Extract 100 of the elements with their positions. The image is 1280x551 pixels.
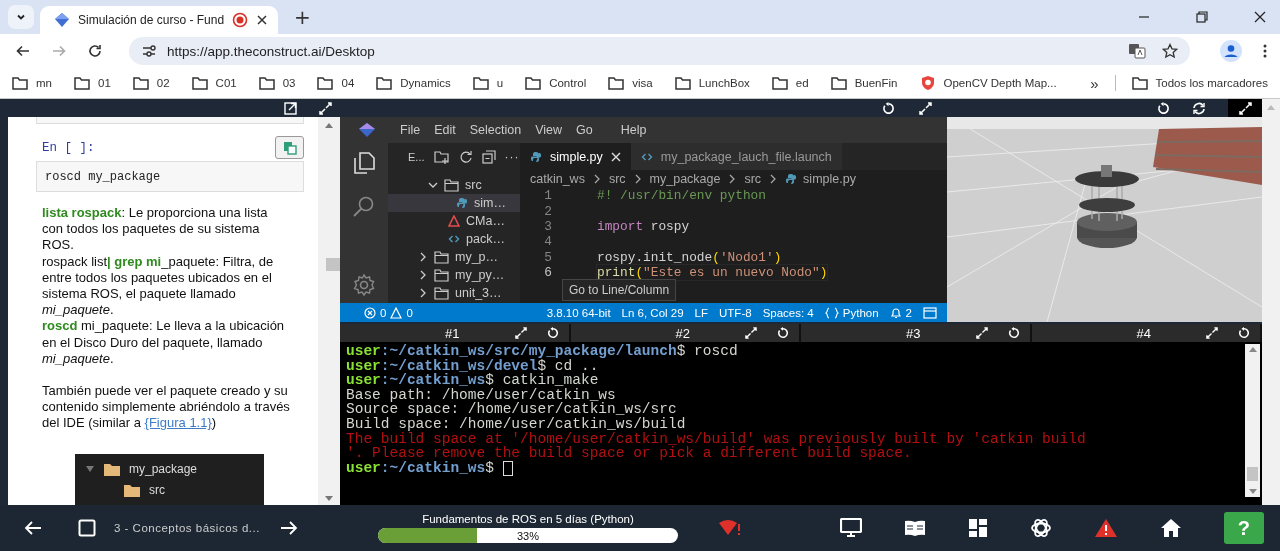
editor-tab[interactable]: simple.py xyxy=(520,143,631,170)
refresh-icon[interactable] xyxy=(458,149,473,164)
status-item[interactable]: UTF-8 xyxy=(719,306,752,319)
more-actions-button[interactable]: ··· xyxy=(504,149,520,164)
scroll-up-icon[interactable] xyxy=(1248,347,1257,352)
back-icon[interactable] xyxy=(15,43,31,59)
scrollbar[interactable] xyxy=(1245,344,1260,497)
collapse-all-icon[interactable] xyxy=(481,149,496,164)
profile-icon[interactable] xyxy=(1220,40,1242,62)
language-status[interactable]: Python xyxy=(824,306,879,319)
editor-tab[interactable]: my_package_lauch_file.launch xyxy=(630,143,842,170)
breadcrumb-item[interactable]: src xyxy=(744,171,762,186)
bookmark[interactable]: OpenCV Depth Map... xyxy=(919,75,1057,91)
tree-item[interactable]: unit_3… xyxy=(388,284,520,302)
breadcrumb-item[interactable]: simple.py xyxy=(785,171,856,186)
more-bookmarks-button[interactable]: » xyxy=(1090,74,1099,92)
bookmark[interactable]: LunchBox xyxy=(674,76,750,90)
breadcrumb-item[interactable]: my_package xyxy=(649,171,721,186)
settings-icon[interactable] xyxy=(352,273,376,297)
browser-tab[interactable]: Simulación de curso - Fund xyxy=(40,6,279,34)
scrollbar[interactable] xyxy=(318,117,340,505)
bookmark[interactable]: 02 xyxy=(132,76,170,90)
bookmark[interactable]: BuenFin xyxy=(830,76,898,90)
bookmark[interactable]: 01 xyxy=(74,76,111,90)
forward-icon[interactable] xyxy=(279,520,298,536)
search-icon[interactable] xyxy=(352,195,376,219)
expand-icon[interactable] xyxy=(919,101,932,115)
layout-icon[interactable] xyxy=(923,306,937,319)
reset-icon[interactable] xyxy=(882,101,895,115)
scroll-thumb[interactable] xyxy=(1247,467,1258,481)
expand-icon[interactable] xyxy=(1206,327,1218,339)
menu-item[interactable]: File xyxy=(400,123,421,137)
menu-item[interactable]: View xyxy=(535,123,562,137)
monitor-icon[interactable] xyxy=(839,518,862,538)
tree-item[interactable]: src xyxy=(388,176,520,194)
close-icon[interactable] xyxy=(1254,11,1266,23)
expand-icon[interactable] xyxy=(975,327,988,339)
site-info-icon[interactable] xyxy=(141,43,157,59)
menu-item[interactable]: Go xyxy=(576,123,593,137)
bookmark[interactable]: ed xyxy=(771,76,809,90)
expand-icon[interactable] xyxy=(514,327,527,339)
reload-icon[interactable] xyxy=(87,43,103,59)
problems-status[interactable]: 0 0 xyxy=(364,306,413,319)
new-tab-button[interactable]: + xyxy=(290,5,315,29)
breadcrumb-item[interactable]: src xyxy=(608,171,626,186)
tree-item[interactable]: my_p… xyxy=(388,248,520,266)
scroll-thumb[interactable] xyxy=(326,258,340,271)
bookmark[interactable]: 04 xyxy=(317,76,355,90)
status-item[interactable]: Ln 6, Col 29 xyxy=(621,306,684,319)
tree-item[interactable]: CMa… xyxy=(388,212,520,230)
tree-item[interactable]: pack… xyxy=(388,230,520,248)
scroll-down-icon[interactable] xyxy=(1248,489,1257,494)
bookmark[interactable]: Control xyxy=(525,76,587,90)
bookmark[interactable]: 03 xyxy=(258,76,296,90)
dashboard-icon[interactable] xyxy=(967,518,988,538)
translate-icon[interactable] xyxy=(1128,43,1146,59)
copy-button[interactable] xyxy=(275,136,304,159)
scroll-down-icon[interactable] xyxy=(325,496,333,501)
scroll-up-icon[interactable] xyxy=(325,123,333,128)
square-icon[interactable] xyxy=(78,519,96,537)
reset-icon[interactable] xyxy=(1007,327,1020,339)
address-bar[interactable]: https://app.theconstruct.ai/Desktop xyxy=(129,37,1190,65)
book-icon[interactable] xyxy=(903,519,926,537)
bookmark[interactable]: C01 xyxy=(191,76,237,90)
open-external-icon[interactable] xyxy=(284,101,297,115)
notifications-status[interactable]: 2 xyxy=(889,306,912,319)
restore-icon[interactable] xyxy=(1196,11,1208,23)
reset-icon[interactable] xyxy=(546,327,559,339)
bookmark[interactable]: u xyxy=(472,76,504,90)
status-item[interactable]: 3.8.10 64-bit xyxy=(546,306,611,319)
signal-alert-icon[interactable] xyxy=(717,519,742,537)
reset-icon[interactable] xyxy=(777,327,789,339)
expand-button[interactable] xyxy=(1228,99,1262,117)
bookmark[interactable]: Dynamics xyxy=(376,76,451,90)
close-icon[interactable] xyxy=(256,14,269,26)
files-icon[interactable] xyxy=(352,151,376,175)
figure-link[interactable]: {Figura 1.1} xyxy=(144,415,212,431)
all-bookmarks[interactable]: Todos los marcadores xyxy=(1131,76,1268,90)
new-folder-icon[interactable] xyxy=(433,149,450,164)
star-icon[interactable] xyxy=(1162,43,1178,59)
status-item[interactable]: LF xyxy=(694,306,709,319)
tree-item[interactable]: my_py… xyxy=(388,266,520,284)
menu-item[interactable]: Edit xyxy=(434,123,456,137)
reset-icon[interactable] xyxy=(1157,101,1170,115)
tree-item[interactable]: sim… xyxy=(388,194,520,212)
knot-icon[interactable] xyxy=(1029,517,1052,539)
lesson-title[interactable]: 3 - Conceptos básicos d... xyxy=(114,522,260,534)
menu-icon[interactable] xyxy=(1262,43,1268,59)
bookmark[interactable]: visa xyxy=(608,76,653,90)
warning-icon[interactable] xyxy=(1093,518,1118,538)
home-icon[interactable] xyxy=(1159,518,1182,538)
breadcrumb-item[interactable]: catkin_ws xyxy=(530,171,585,186)
expand-icon[interactable] xyxy=(745,327,757,339)
scrollbar[interactable] xyxy=(1262,99,1280,505)
back-icon[interactable] xyxy=(24,520,42,536)
expand-icon[interactable] xyxy=(319,101,332,115)
menu-item[interactable]: Selection xyxy=(469,123,522,137)
refresh-icon[interactable] xyxy=(1192,101,1206,115)
status-item[interactable]: Spaces: 4 xyxy=(762,306,814,319)
menu-item[interactable]: Help xyxy=(620,123,647,137)
